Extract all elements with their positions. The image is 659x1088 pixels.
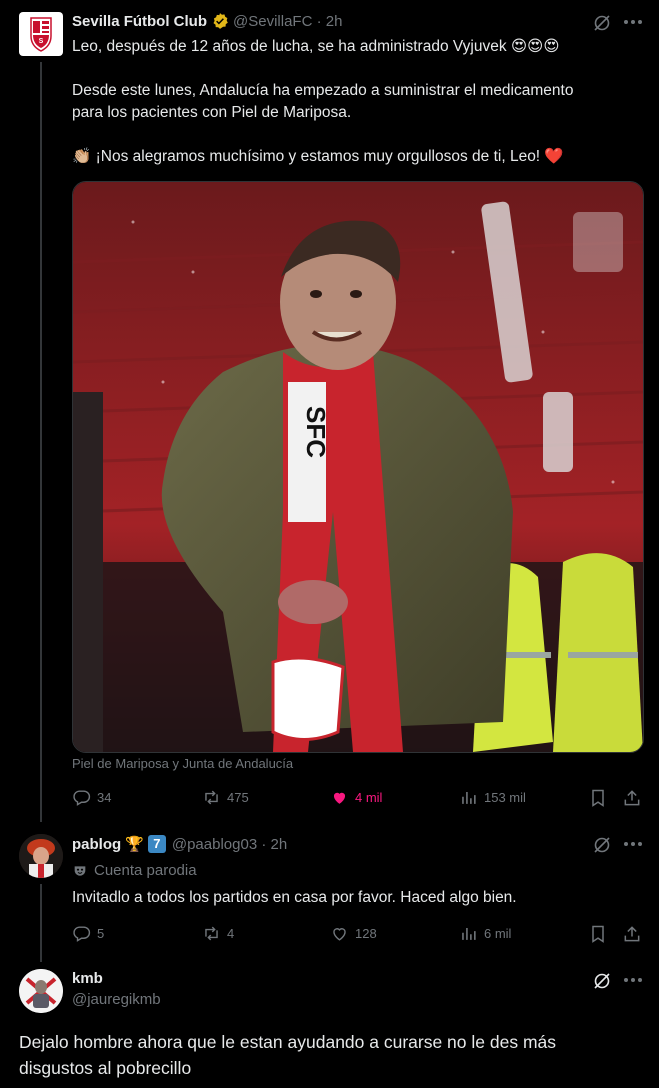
like-button[interactable]: 4 mil: [330, 788, 382, 807]
repost-icon: [205, 926, 218, 941]
reply-button[interactable]: 5: [72, 924, 104, 943]
views-count: 153 mil: [484, 790, 526, 805]
like-count: 128: [355, 926, 377, 941]
views-count: 6 mil: [484, 926, 512, 941]
author-name[interactable]: Sevilla Fútbol Club: [72, 13, 207, 30]
share-icon[interactable]: [622, 924, 642, 944]
heart-icon: [333, 928, 346, 941]
heart-filled-icon: [333, 792, 346, 804]
bookmark-icon[interactable]: [588, 924, 608, 944]
more-options-icon[interactable]: [622, 978, 643, 982]
author-handle[interactable]: @SevillaFC · 2h: [233, 13, 342, 30]
grok-icon[interactable]: [592, 971, 612, 991]
reply-count: 5: [97, 926, 105, 941]
repost-button[interactable]: 4: [202, 924, 234, 943]
avatar-sevilla[interactable]: S: [19, 12, 63, 56]
parody-label: Cuenta parodia: [94, 862, 197, 879]
more-options-icon[interactable]: [622, 842, 643, 846]
tweet-text-line: Leo, después de 12 años de lucha, se ha …: [72, 38, 560, 55]
more-options-icon[interactable]: [622, 20, 643, 24]
svg-text:S: S: [39, 38, 44, 45]
views-button[interactable]: 153 mil: [459, 788, 526, 807]
reply-button[interactable]: 34: [72, 788, 111, 807]
like-button[interactable]: 128: [330, 924, 377, 943]
views-icon: [462, 927, 476, 940]
tweet-text: Invitadlo a todos los partidos en casa p…: [72, 889, 517, 906]
tweet-text-line: disgustos al pobrecillo: [19, 1058, 192, 1078]
author-name[interactable]: pablog: [72, 836, 121, 853]
repost-count: 475: [227, 790, 249, 805]
verified-badge-icon: [213, 13, 228, 29]
reply-icon: [73, 790, 91, 806]
thread-line: [40, 884, 42, 962]
like-count: 4 mil: [355, 790, 383, 805]
repost-button[interactable]: 475: [202, 788, 249, 807]
svg-text:SFC: SFC: [301, 406, 331, 458]
author-name[interactable]: kmb: [72, 970, 161, 987]
views-icon: [462, 791, 476, 804]
tweet-text-line: Desde este lunes, Andalucía ha empezado …: [72, 82, 574, 99]
author-handle[interactable]: @paablog03 · 2h: [172, 836, 287, 853]
reply-icon: [73, 926, 91, 942]
author-handle[interactable]: @jauregikmb: [72, 991, 161, 1008]
number-badge: 7: [147, 835, 166, 853]
reply-count: 34: [97, 790, 112, 805]
bookmark-icon[interactable]: [588, 788, 608, 808]
boy-in-stadium-photo: SFC: [73, 182, 643, 752]
tweet-text-line: Dejalo hombre ahora que le estan ayudand…: [19, 1032, 557, 1052]
grok-icon[interactable]: [592, 835, 612, 855]
avatar-pablog[interactable]: [19, 834, 63, 878]
avatar-image: [19, 969, 63, 1013]
tweet-text-line: 👏🏼 ¡Nos alegramos muchísimo y estamos mu…: [72, 148, 564, 165]
sevilla-crest-icon: S: [30, 17, 52, 52]
repost-count: 4: [227, 926, 235, 941]
repost-icon: [205, 790, 218, 805]
tweet-text-line: para los pacientes con Piel de Mariposa.: [72, 104, 352, 121]
views-button[interactable]: 6 mil: [459, 924, 511, 943]
trophy-emoji: 🏆: [125, 836, 144, 853]
avatar-image: [19, 834, 63, 878]
tweet-photo[interactable]: SFC: [72, 181, 644, 753]
photo-caption: Piel de Mariposa y Junta de Andalucía: [72, 756, 294, 771]
thread-line: [40, 62, 42, 822]
grok-icon[interactable]: [592, 13, 612, 33]
share-icon[interactable]: [622, 788, 642, 808]
parody-mask-icon: [74, 865, 86, 876]
avatar-kmb[interactable]: [19, 969, 63, 1013]
